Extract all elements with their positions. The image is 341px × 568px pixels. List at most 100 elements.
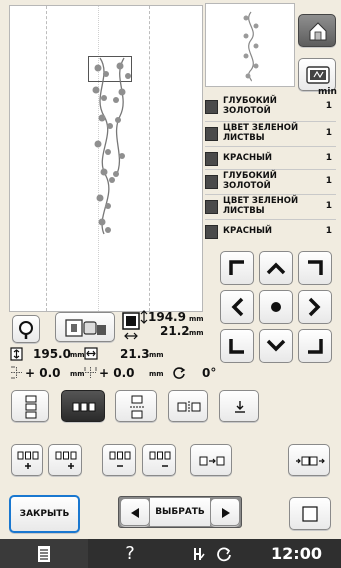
- thread-name: КРАСНЫЙ: [223, 226, 273, 236]
- horizontal-size-icon: [84, 347, 98, 360]
- horizontal-layout-icon: [72, 402, 96, 412]
- thread-color-swatch: [205, 100, 218, 114]
- center-dot-icon: [271, 302, 281, 312]
- width-unit: mm: [189, 329, 204, 337]
- embroidery-preview[interactable]: [9, 5, 203, 312]
- vertical-mirror-layout-icon: [130, 395, 144, 419]
- thread-name: ЦВЕТ ЗЕЛЕНОЙ ЛИСТВЫ: [223, 123, 299, 143]
- size-width-value: 21.3: [120, 347, 150, 361]
- spacing-decrease-alt-button[interactable]: [142, 444, 176, 476]
- select-previous-button[interactable]: [120, 498, 150, 526]
- thread-color-swatch: [205, 175, 218, 189]
- select-next-button[interactable]: [210, 498, 240, 526]
- clock: 12:00: [252, 539, 341, 568]
- close-button[interactable]: ЗАКРЫТЬ: [9, 495, 80, 533]
- offset-x-icon: [11, 366, 22, 379]
- confirm-button[interactable]: [289, 497, 331, 530]
- move-up-left-button[interactable]: [220, 251, 254, 285]
- spacing-increase-button[interactable]: [11, 444, 43, 476]
- home-button[interactable]: [298, 14, 336, 47]
- thread-color-swatch: [205, 225, 218, 239]
- select-label: ВЫБРАТЬ: [150, 498, 210, 526]
- hoop-guide-left: [46, 6, 47, 311]
- move-together-icon: [296, 456, 325, 466]
- hoop-display-button[interactable]: [55, 312, 115, 342]
- spacing-increase-alt-button[interactable]: [48, 444, 82, 476]
- thread-name: ГЛУБОКИЙ ЗОЛОТОЙ: [223, 171, 277, 191]
- zoom-button[interactable]: [12, 315, 40, 343]
- close-button-label: ЗАКРЫТЬ: [19, 509, 70, 519]
- move-left-button[interactable]: [220, 290, 254, 324]
- layout-mirror-horizontal-button[interactable]: [168, 390, 208, 422]
- move-up-button[interactable]: [259, 251, 293, 285]
- rotation-value: 0°: [202, 366, 217, 380]
- layout-down-button[interactable]: [219, 390, 259, 422]
- offset-y-unit: mm: [149, 370, 164, 378]
- thread-color-swatch: [205, 127, 218, 141]
- bobbin-icon: [194, 547, 205, 560]
- size-width-unit: mm: [149, 351, 164, 359]
- vertical-size-icon: [10, 347, 23, 361]
- thread-color-swatch: [205, 152, 218, 166]
- size-height-unit: mm: [70, 351, 85, 359]
- move-apart-icon: [199, 456, 225, 466]
- triangle-right-icon: [222, 508, 230, 518]
- thumbnail-pattern: [243, 11, 259, 82]
- thread-item[interactable]: ЦВЕТ ЗЕЛЕНОЙ ЛИСТВЫ 1: [205, 195, 336, 219]
- height-value: 194.9: [148, 310, 186, 324]
- menu-button[interactable]: [0, 539, 88, 568]
- move-down-left-button[interactable]: [220, 329, 254, 363]
- thread-color-swatch: [205, 200, 218, 214]
- rotation-icon: [173, 367, 186, 379]
- embroidery-pattern: [92, 57, 131, 235]
- offset-x-value: + 0.0: [25, 366, 61, 380]
- spacing-increase-alt-icon: [55, 451, 77, 469]
- help-button[interactable]: ?: [88, 539, 172, 568]
- vertical-layout-icon: [25, 395, 37, 419]
- thread-item[interactable]: ГЛУБОКИЙ ЗОЛОТОЙ 1: [205, 95, 336, 119]
- spacing-decrease-alt-icon: [149, 451, 171, 467]
- move-up-right-button[interactable]: [298, 251, 332, 285]
- move-apart-button[interactable]: [190, 444, 232, 476]
- move-together-button[interactable]: [288, 444, 330, 476]
- corner-down-right-icon: [308, 339, 323, 354]
- center-button[interactable]: [259, 290, 293, 324]
- magnifier-icon: [19, 321, 33, 339]
- thread-item[interactable]: ЦВЕТ ЗЕЛЕНОЙ ЛИСТВЫ 1: [205, 122, 336, 146]
- move-down-right-button[interactable]: [298, 329, 332, 363]
- offset-x-unit: mm: [70, 370, 85, 378]
- arrow-right-icon: [308, 297, 321, 317]
- spacing-decrease-button[interactable]: [102, 444, 136, 476]
- checkbox-square-icon: [302, 506, 318, 522]
- layout-vertical-button[interactable]: [11, 390, 49, 422]
- corner-up-right-icon: [308, 260, 323, 275]
- thread-count: 1: [325, 101, 332, 111]
- width-value: 21.2: [160, 324, 190, 338]
- offset-y-icon: [84, 367, 97, 378]
- thread-item[interactable]: КРАСНЫЙ 1: [205, 147, 336, 171]
- move-down-button[interactable]: [259, 329, 293, 363]
- document-icon: [38, 545, 50, 562]
- thread-count: 1: [325, 226, 332, 236]
- arrow-left-icon: [231, 297, 244, 317]
- pattern-thumbnail: [205, 3, 295, 87]
- height-arrow-icon: [140, 310, 148, 324]
- status-icons[interactable]: [172, 539, 252, 568]
- layout-horizontal-button[interactable]: [61, 390, 105, 422]
- arrow-down-icon: [266, 339, 286, 352]
- triangle-left-icon: [131, 508, 139, 518]
- size-box-icon: [122, 312, 140, 330]
- thread-count: 1: [325, 153, 332, 163]
- hoop-frame-icon: [65, 319, 106, 337]
- thread-item[interactable]: КРАСНЫЙ 1: [205, 220, 336, 244]
- spacing-decrease-icon: [109, 451, 131, 467]
- spacing-increase-icon: [17, 451, 39, 469]
- refresh-icon: [217, 546, 231, 561]
- thread-name: КРАСНЫЙ: [223, 153, 273, 163]
- move-right-button[interactable]: [298, 290, 332, 324]
- hoop-guide-right: [149, 6, 150, 311]
- thread-item[interactable]: ГЛУБОКИЙ ЗОЛОТОЙ 1: [205, 170, 336, 194]
- layout-mirror-vertical-button[interactable]: [115, 390, 157, 422]
- offset-y-value: + 0.0: [99, 366, 135, 380]
- corner-down-left-icon: [229, 339, 244, 354]
